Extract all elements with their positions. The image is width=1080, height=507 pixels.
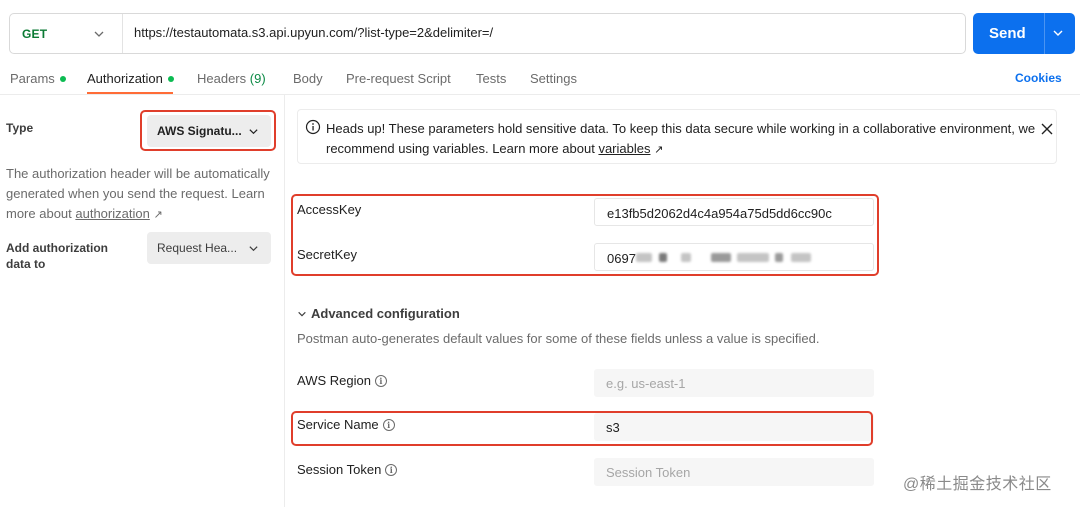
aws-region-label: AWS Region i (297, 373, 387, 388)
annotation-highlight (291, 411, 873, 446)
banner-message: Heads up! These parameters hold sensitiv… (326, 121, 1036, 156)
send-button[interactable]: Send (973, 13, 1075, 54)
auth-type-label: Type (6, 121, 34, 135)
tab-headers-label: Headers (197, 71, 247, 86)
tab-headers[interactable]: Headers (9) (197, 71, 266, 86)
send-button-label: Send (989, 25, 1026, 42)
session-token-input[interactable]: Session Token (594, 458, 874, 486)
authorization-link[interactable]: authorization (75, 206, 149, 221)
watermark: @稀土掘金技术社区 (903, 476, 1052, 493)
add-auth-data-to-label: Add authorization data to (6, 241, 108, 271)
tab-headers-count: (9) (249, 71, 266, 86)
send-divider (1044, 13, 1045, 54)
tabs-divider (0, 94, 1080, 95)
chevron-down-icon (249, 246, 258, 252)
tab-tests[interactable]: Tests (476, 71, 506, 86)
active-dot-icon (167, 75, 174, 82)
variables-link[interactable]: variables (598, 141, 650, 156)
sensitive-data-banner: Heads up! These parameters hold sensitiv… (297, 109, 1057, 164)
tab-params-label: Params (10, 71, 55, 86)
annotation-highlight (140, 110, 276, 151)
session-token-placeholder: Session Token (606, 465, 691, 480)
tab-authorization-label: Authorization (87, 71, 163, 86)
chevron-down-icon[interactable] (1052, 27, 1064, 39)
annotation-highlight (291, 194, 879, 276)
method-select[interactable]: GET (10, 14, 123, 53)
external-link-icon: ↗ (654, 144, 664, 156)
add-auth-data-to-select[interactable]: Request Hea... (147, 232, 271, 264)
info-icon[interactable]: i (374, 374, 387, 387)
session-token-label: Session Token i (297, 462, 398, 477)
info-icon[interactable]: i (385, 463, 398, 476)
chevron-down-icon (94, 31, 104, 37)
tab-body[interactable]: Body (293, 71, 323, 86)
tab-settings[interactable]: Settings (530, 71, 577, 86)
info-icon (305, 119, 321, 135)
cookies-link[interactable]: Cookies (1015, 71, 1062, 85)
advanced-configuration-toggle[interactable]: Advanced configuration (297, 306, 460, 321)
auth-description: The authorization header will be automat… (6, 164, 278, 225)
method-label: GET (22, 26, 48, 41)
advanced-configuration-title: Advanced configuration (311, 306, 460, 321)
aws-region-label-text: AWS Region (297, 373, 371, 388)
active-dot-icon (59, 75, 66, 82)
external-link-icon: ↗ (153, 209, 163, 221)
session-token-label-text: Session Token (297, 462, 382, 477)
banner-text: Heads up! These parameters hold sensitiv… (326, 119, 1036, 160)
request-url-bar: GET https://testautomata.s3.api.upyun.co… (9, 13, 966, 54)
chevron-down-icon (298, 311, 306, 317)
tab-authorization[interactable]: Authorization (87, 71, 174, 86)
pane-divider[interactable] (284, 95, 285, 507)
tab-pre-request-script[interactable]: Pre-request Script (346, 71, 451, 86)
aws-region-input[interactable]: e.g. us-east-1 (594, 369, 874, 397)
add-auth-data-to-value: Request Hea... (157, 241, 238, 255)
close-icon[interactable] (1040, 122, 1054, 136)
url-input[interactable]: https://testautomata.s3.api.upyun.com/?l… (134, 25, 493, 40)
advanced-configuration-description: Postman auto-generates default values fo… (297, 331, 820, 346)
tab-params[interactable]: Params (10, 71, 66, 86)
aws-region-placeholder: e.g. us-east-1 (606, 376, 686, 391)
